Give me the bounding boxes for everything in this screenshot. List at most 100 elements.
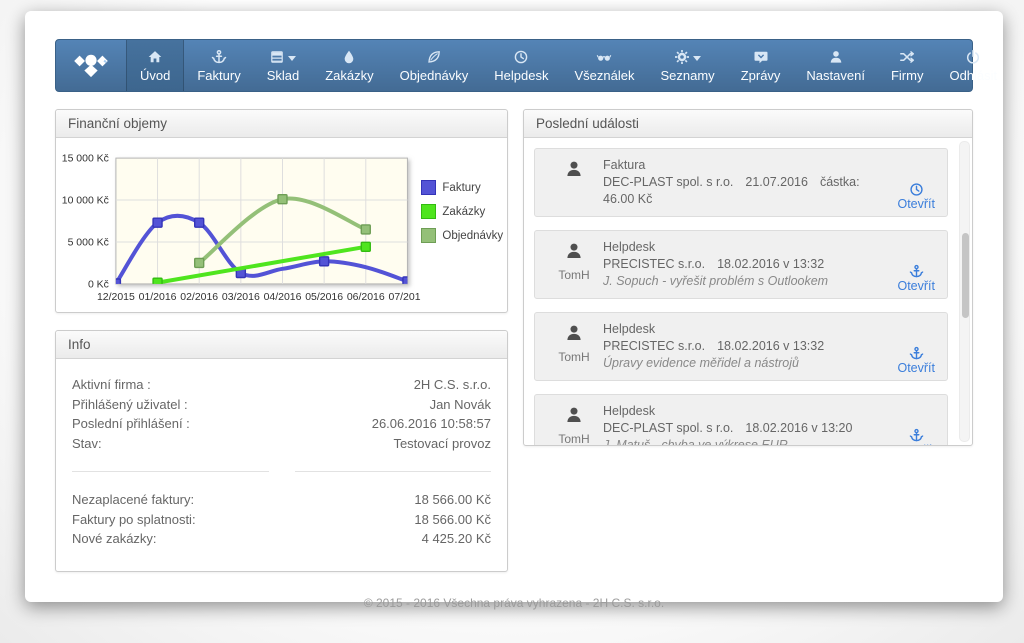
gear-icon: [674, 49, 701, 66]
events-panel: Poslední události Faktura DEC-PLA: [523, 109, 973, 446]
info-row: Poslední přihlášení : 26.06.2016 10:58:5…: [72, 414, 491, 434]
events-list: Faktura DEC-PLAST spol. s r.o. 21.07.2016…: [524, 138, 972, 445]
user-avatar-icon: [564, 159, 584, 184]
info-row: Aktivní firma : 2H C.S. s.r.o.: [72, 375, 491, 395]
home-icon: [147, 49, 163, 66]
svg-text:04/2016: 04/2016: [264, 292, 302, 303]
info-label: Poslední přihlášení :: [72, 414, 190, 434]
clock-icon[interactable]: [909, 182, 924, 197]
anchor-icon[interactable]: [909, 264, 924, 279]
nav-item-objednavky[interactable]: Objednávky: [387, 40, 482, 91]
nav-item-nastaveni[interactable]: Nastavení: [793, 40, 878, 91]
svg-text:06/2016: 06/2016: [347, 292, 385, 303]
nav-item-label: Všeználek: [575, 68, 635, 83]
user-avatar-icon: [564, 323, 584, 348]
event-date: 18.02.2016 v 13:32: [717, 339, 824, 353]
leaf-icon: [426, 49, 442, 66]
user-icon: [828, 49, 844, 66]
nav-item-sklad[interactable]: Sklad: [254, 40, 313, 91]
info-label: Faktury po splatnosti:: [72, 510, 196, 530]
event-company: DEC-PLAST spol. s r.o.: [603, 175, 733, 189]
divider: [72, 471, 491, 472]
finance-chart: 0 Kč5 000 Kč10 000 Kč15 000 Kč12/201501/…: [56, 138, 507, 312]
nav-item-faktury[interactable]: Faktury: [184, 40, 253, 91]
event-date: 21.07.2016: [745, 175, 808, 189]
event-date: 18.02.2016 v 13:20: [745, 421, 852, 435]
anchor-icon: [211, 49, 227, 66]
nav-item-label: Faktury: [197, 68, 240, 83]
legend-swatch: [421, 180, 436, 195]
event-card: TomH Helpdesk PRECISTEC s.r.o.18.02.2016…: [534, 312, 948, 381]
event-type: Faktura: [603, 157, 875, 174]
chevron-down-icon: [285, 48, 296, 66]
info-row: Faktury po splatnosti: 18 566.00 Kč: [72, 510, 491, 530]
info-value: 4 425.20 Kč: [422, 529, 491, 549]
page-card: Úvod Faktury Sklad Zakázky Obje: [25, 11, 1003, 602]
open-link[interactable]: Otevřít: [897, 279, 935, 293]
anchor-icon[interactable]: [909, 346, 924, 361]
chart-legend: Faktury Zakázky Objednávky: [421, 180, 503, 243]
chevron-down-icon: [690, 48, 701, 66]
legend-label: Faktury: [442, 182, 480, 194]
nav-item-firmy[interactable]: Firmy: [878, 40, 937, 91]
nav-item-label: Zprávy: [741, 68, 781, 83]
panel-title: Poslední události: [524, 110, 972, 138]
panel-title: Info: [56, 331, 507, 359]
event-date: 18.02.2016 v 13:32: [717, 257, 824, 271]
nav-item-label: Odhlásit: [949, 68, 997, 83]
svg-text:5 000 Kč: 5 000 Kč: [68, 237, 109, 248]
logo-icon: [72, 52, 110, 79]
anchor-icon[interactable]: [909, 428, 924, 443]
event-company: DEC-PLAST spol. s r.o.: [603, 421, 733, 435]
info-value: 18 566.00 Kč: [414, 490, 491, 510]
legend-item: Faktury: [421, 180, 503, 195]
nav-item-zakazky[interactable]: Zakázky: [312, 40, 386, 91]
svg-text:05/2016: 05/2016: [305, 292, 343, 303]
info-label: Přihlášený uživatel :: [72, 395, 188, 415]
info-row: Nové zakázky: 4 425.20 Kč: [72, 529, 491, 549]
event-note: Úpravy evidence měřidel a nástrojů: [603, 355, 875, 372]
event-card: TomH Helpdesk PRECISTEC s.r.o. 18.02.2016…: [534, 230, 948, 299]
nav-item-odhlasit[interactable]: Odhlásit: [936, 40, 1010, 91]
info-value: 2H C.S. s.r.o.: [414, 375, 491, 395]
event-meta: PRECISTEC s.r.o. 18.02.2016 v 13:32: [603, 338, 875, 355]
nav-item-label: Firmy: [891, 68, 924, 83]
event-card: TomH Helpdesk DEC-PLAST spol. s r.o. 18.0…: [534, 394, 948, 445]
info-label: Nové zakázky:: [72, 529, 157, 549]
event-meta: DEC-PLAST spol. s r.o.21.07.2016částka: …: [603, 174, 875, 208]
event-company: PRECISTEC s.r.o.: [603, 257, 705, 271]
event-username: TomH: [558, 432, 589, 445]
legend-label: Objednávky: [442, 230, 503, 242]
svg-text:02/2016: 02/2016: [180, 292, 218, 303]
event-company: PRECISTEC s.r.o.: [603, 339, 705, 353]
legend-label: Zakázky: [442, 206, 485, 218]
scrollbar-thumb[interactable]: [962, 233, 969, 318]
copyright-text: © 2015 - 2016 Všechna práva vyhrazena - …: [55, 596, 973, 610]
table-icon: [269, 49, 296, 66]
open-link[interactable]: Otevřít: [897, 361, 935, 375]
nav-item-uvod[interactable]: Úvod: [126, 40, 184, 91]
info-row: Stav: Testovací provoz: [72, 434, 491, 454]
message-icon: [753, 49, 769, 66]
nav-item-vseznalek[interactable]: Všeználek: [562, 40, 648, 91]
event-username: TomH: [558, 268, 589, 282]
user-avatar-icon: [564, 241, 584, 266]
event-type: Helpdesk: [603, 403, 875, 420]
nav-item-zpravy[interactable]: Zprávy: [728, 40, 794, 91]
panel-title: Finanční objemy: [56, 110, 507, 138]
open-link[interactable]: Otevřít: [897, 443, 935, 445]
open-link[interactable]: Otevřít: [897, 197, 935, 211]
event-note: J. Sopuch - vyřešit problém s Outlookem: [603, 273, 875, 290]
event-meta: PRECISTEC s.r.o. 18.02.2016 v 13:32: [603, 256, 875, 273]
nav-item-label: Nastavení: [806, 68, 865, 83]
nav-item-helpdesk[interactable]: Helpdesk: [481, 40, 561, 91]
app-logo[interactable]: [56, 40, 126, 91]
svg-text:0 Kč: 0 Kč: [88, 279, 109, 290]
nav-item-seznamy[interactable]: Seznamy: [647, 40, 727, 91]
event-type: Helpdesk: [603, 239, 875, 256]
nav-right-group: Zprávy Nastavení Firmy Odhlásit: [728, 40, 1016, 91]
svg-text:01/2016: 01/2016: [139, 292, 177, 303]
svg-text:10 000 Kč: 10 000 Kč: [62, 196, 109, 207]
legend-swatch: [421, 204, 436, 219]
svg-text:07/2016: 07/2016: [389, 292, 422, 303]
